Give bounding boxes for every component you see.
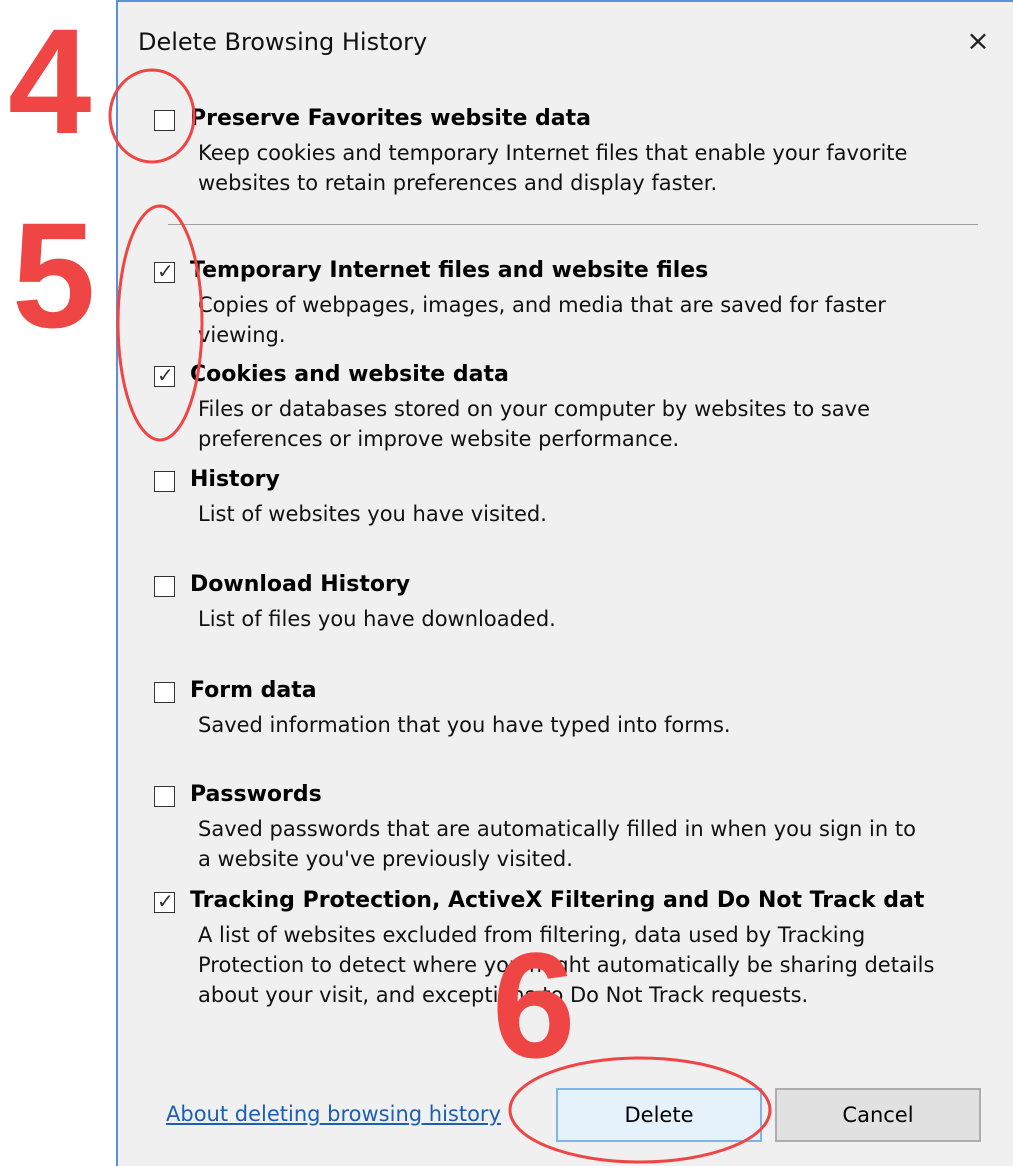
delete-button[interactable]: Delete bbox=[556, 1088, 762, 1142]
option-description: List of websites you have visited. bbox=[198, 502, 547, 526]
checkbox-preserve-favorites[interactable] bbox=[154, 110, 175, 131]
option-label: Cookies and website data bbox=[190, 362, 509, 387]
checkbox-download-history[interactable] bbox=[154, 576, 175, 597]
step-number-5: 5 bbox=[12, 191, 96, 359]
cancel-button[interactable]: Cancel bbox=[775, 1088, 981, 1142]
option-label: Temporary Internet files and website fil… bbox=[190, 258, 709, 283]
checkbox-passwords[interactable] bbox=[154, 786, 175, 807]
checkbox-cookies[interactable]: ✓ bbox=[154, 363, 175, 387]
option-label: Download History bbox=[190, 572, 411, 597]
step-number-4: 4 bbox=[8, 0, 92, 165]
option-description: Files or databases stored on your comput… bbox=[198, 397, 871, 451]
divider bbox=[168, 224, 978, 225]
option-description: Saved passwords that are automatically f… bbox=[198, 817, 916, 871]
title-bar: Delete Browsing History × bbox=[118, 2, 1013, 80]
step-number-6: 6 bbox=[492, 921, 576, 1089]
checkbox-tracking-protection[interactable]: ✓ bbox=[154, 889, 175, 913]
checkbox-form-data[interactable] bbox=[154, 682, 175, 703]
checkbox-temporary-internet-files[interactable]: ✓ bbox=[154, 259, 175, 283]
option-description: Saved information that you have typed in… bbox=[198, 713, 731, 737]
checkmark-icon: ✓ bbox=[157, 889, 174, 913]
option-label: Form data bbox=[190, 678, 317, 703]
option-label: Passwords bbox=[190, 782, 322, 807]
option-label: History bbox=[190, 467, 280, 492]
about-deleting-link[interactable]: About deleting browsing history bbox=[166, 1102, 501, 1126]
dialog-title: Delete Browsing History bbox=[138, 28, 428, 56]
checkbox-history[interactable] bbox=[154, 471, 175, 492]
option-description: Keep cookies and temporary Internet file… bbox=[198, 141, 908, 195]
option-label: Tracking Protection, ActiveX Filtering a… bbox=[190, 888, 925, 913]
checkmark-icon: ✓ bbox=[157, 363, 174, 387]
close-icon[interactable]: × bbox=[961, 24, 995, 58]
option-label: Preserve Favorites website data bbox=[190, 106, 591, 131]
checkmark-icon: ✓ bbox=[157, 259, 174, 283]
option-description: List of files you have downloaded. bbox=[198, 607, 556, 631]
option-description: Copies of webpages, images, and media th… bbox=[198, 293, 886, 347]
